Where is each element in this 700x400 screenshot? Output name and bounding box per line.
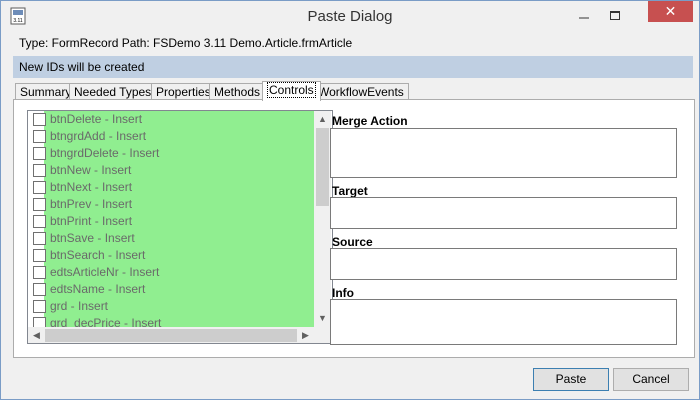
tab-label: Controls <box>267 82 316 98</box>
status-text: New IDs will be created <box>19 60 145 74</box>
item-checkbox[interactable] <box>33 283 46 296</box>
close-button[interactable]: ✕ <box>648 1 693 22</box>
target-label: Target <box>332 184 368 198</box>
tab-summary[interactable]: Summary <box>15 83 77 100</box>
scroll-left-icon[interactable]: ◀ <box>28 327 45 343</box>
source-box[interactable] <box>330 248 677 280</box>
scroll-down-icon[interactable]: ▼ <box>314 310 331 327</box>
item-label: btnPrev - Insert <box>50 197 133 211</box>
item-checkbox[interactable] <box>33 266 46 279</box>
item-label: btnNew - Insert <box>50 163 132 177</box>
info-box[interactable] <box>330 299 677 345</box>
tab-label: WorkflowEvents <box>318 85 404 99</box>
tab-label: Methods <box>214 85 261 99</box>
scroll-right-icon[interactable]: ▶ <box>297 327 314 343</box>
item-label: grd - Insert <box>50 299 109 313</box>
scroll-corner <box>314 327 331 343</box>
merge-action-box[interactable] <box>330 128 677 178</box>
item-checkbox[interactable] <box>33 198 46 211</box>
tab-workflow-events[interactable]: WorkflowEvents <box>313 83 409 100</box>
merge-action-label: Merge Action <box>332 114 408 128</box>
scroll-up-icon[interactable]: ▲ <box>314 111 331 128</box>
item-checkbox[interactable] <box>33 164 46 177</box>
tab-methods[interactable]: Methods <box>209 83 266 100</box>
item-checkbox[interactable] <box>33 130 46 143</box>
item-label: btnPrint - Insert <box>50 214 133 228</box>
item-checkbox[interactable] <box>33 249 46 262</box>
maximize-icon <box>610 11 620 20</box>
item-checkbox[interactable] <box>33 147 46 160</box>
info-label: Info <box>332 286 354 300</box>
paste-button[interactable]: Paste <box>533 368 609 391</box>
paste-dialog-window: 3.11 Paste Dialog ✕ Type: FormRecord Pat… <box>0 0 700 400</box>
close-icon: ✕ <box>664 3 677 19</box>
title-bar[interactable]: 3.11 Paste Dialog ✕ <box>1 1 699 32</box>
source-label: Source <box>332 235 373 249</box>
item-label: btnDelete - Insert <box>50 112 143 126</box>
tab-properties[interactable]: Properties <box>151 83 216 100</box>
tab-controls[interactable]: Controls <box>262 81 321 101</box>
item-checkbox[interactable] <box>33 300 46 313</box>
tab-label: Properties <box>156 85 211 99</box>
item-checkbox[interactable] <box>33 113 46 126</box>
vertical-scrollbar[interactable]: ▲ ▼ <box>314 111 331 327</box>
item-label: edtsName - Insert <box>50 282 146 296</box>
item-label: btngrdDelete - Insert <box>50 146 160 160</box>
controls-tab-panel: btnDelete - Insert btngrdAdd - Insert btng… <box>13 99 695 358</box>
minimize-icon <box>579 17 589 19</box>
tab-label: Needed Types <box>74 85 152 99</box>
target-box[interactable] <box>330 197 677 229</box>
item-label: btnSearch - Insert <box>50 248 146 262</box>
item-label: btnSave - Insert <box>50 231 135 245</box>
type-path-text: Type: FormRecord Path: FSDemo 3.11 Demo.… <box>19 36 353 50</box>
item-checkbox[interactable] <box>33 215 46 228</box>
type-path-bar: Type: FormRecord Path: FSDemo 3.11 Demo.… <box>13 32 693 54</box>
item-checkbox[interactable] <box>33 181 46 194</box>
horizontal-scroll-thumb[interactable] <box>45 329 297 342</box>
minimize-button[interactable] <box>571 5 597 27</box>
tab-needed-types[interactable]: Needed Types <box>69 83 157 100</box>
tab-label: Summary <box>20 85 72 99</box>
vertical-scroll-thumb[interactable] <box>316 128 329 206</box>
status-bar: New IDs will be created <box>13 56 693 78</box>
controls-checklist[interactable]: btnDelete - Insert btngrdAdd - Insert btng… <box>27 110 333 344</box>
maximize-button[interactable] <box>602 5 628 27</box>
item-label: btnNext - Insert <box>50 180 133 194</box>
item-checkbox[interactable] <box>33 232 46 245</box>
cancel-button[interactable]: Cancel <box>613 368 689 391</box>
item-label: edtsArticleNr - Insert <box>50 265 160 279</box>
horizontal-scrollbar[interactable]: ◀ ▶ <box>28 327 314 343</box>
item-label: btngrdAdd - Insert <box>50 129 147 143</box>
